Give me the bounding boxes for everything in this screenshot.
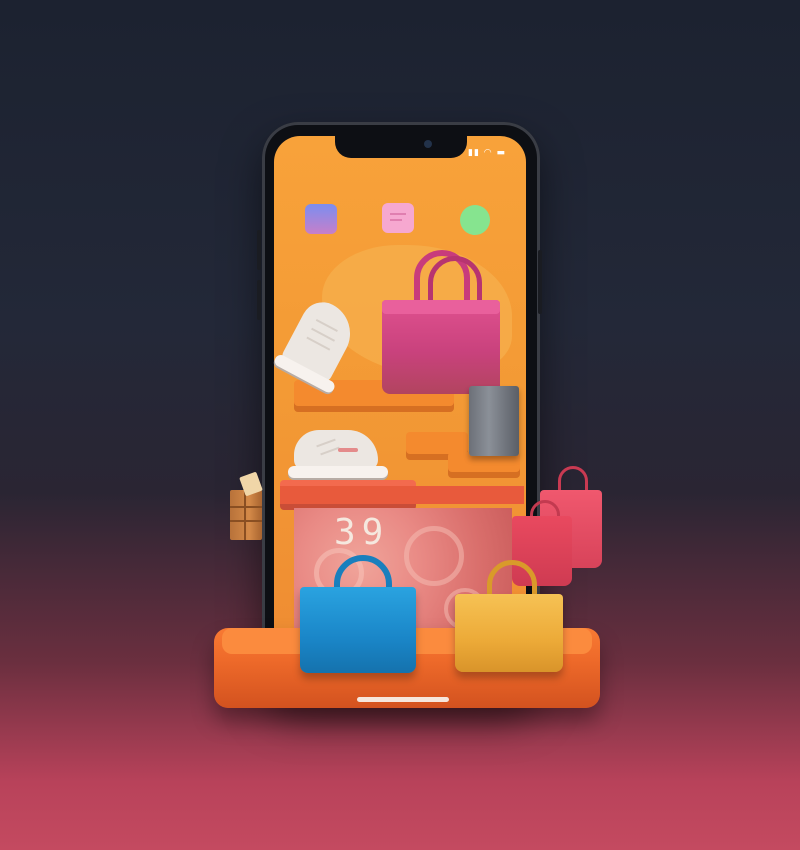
sneaker-lace bbox=[316, 438, 336, 448]
lower-sneaker[interactable] bbox=[288, 428, 388, 480]
yellow-handbag[interactable] bbox=[455, 560, 563, 672]
volume-button bbox=[257, 230, 261, 270]
status-bar-icons: ▮▮ ◠ ▬ bbox=[468, 148, 506, 158]
app-icon-detail bbox=[390, 213, 406, 215]
box-line bbox=[244, 490, 246, 540]
sneaker-lace bbox=[315, 318, 338, 332]
display-number: 39 bbox=[334, 512, 390, 553]
phone-notch bbox=[335, 130, 467, 158]
app-icon-detail bbox=[390, 219, 402, 221]
middle-shelf-step bbox=[406, 432, 468, 454]
bag-body bbox=[382, 300, 500, 394]
home-indicator[interactable] bbox=[357, 697, 449, 702]
gray-gift-box[interactable] bbox=[469, 386, 519, 456]
brown-gift-box[interactable] bbox=[230, 490, 262, 540]
sneaker-upper bbox=[294, 430, 378, 470]
shopping-scene: ▮▮ ◠ ▬ 39 bbox=[0, 0, 800, 850]
sneaker-sole bbox=[288, 466, 388, 478]
blue-handbag[interactable] bbox=[300, 555, 418, 675]
volume-button bbox=[257, 280, 261, 320]
power-button bbox=[538, 250, 542, 314]
sneaker-lace bbox=[306, 336, 331, 351]
shelf-ledge bbox=[280, 486, 524, 504]
bag-body bbox=[455, 594, 563, 672]
pink-handbag[interactable] bbox=[380, 248, 502, 396]
bag-flap bbox=[382, 300, 500, 314]
purple-app-icon[interactable] bbox=[305, 204, 337, 234]
box-line bbox=[230, 506, 262, 508]
sneaker-stripe bbox=[338, 448, 358, 452]
sneaker-lace bbox=[320, 446, 340, 456]
pink-app-icon[interactable] bbox=[382, 203, 414, 233]
box-line bbox=[230, 520, 262, 522]
bag-body bbox=[300, 587, 416, 673]
camera-icon bbox=[424, 140, 432, 148]
